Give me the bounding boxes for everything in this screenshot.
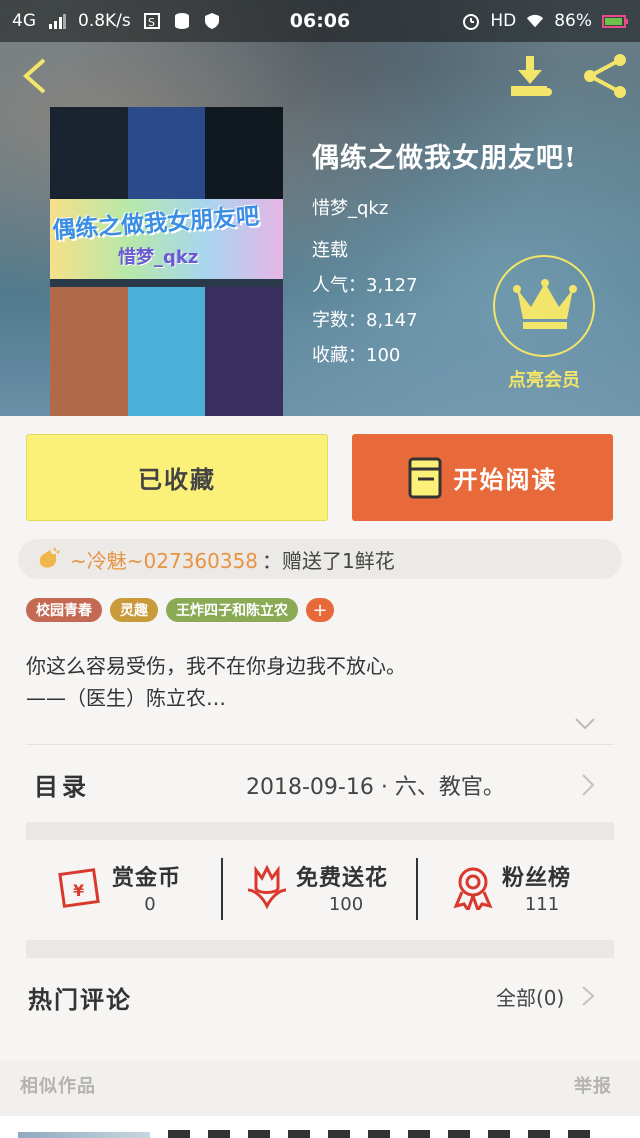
comments-chevron-right-icon[interactable] [580, 984, 596, 1008]
battery-icon [602, 15, 628, 28]
hd-indicator: HD [490, 11, 517, 31]
cover-photos-bottom [50, 287, 283, 416]
book-intro[interactable]: 你这么容易受伤，我不在你身边我不放心。 ——（医生）陈立农… [26, 650, 616, 714]
storage-icon [174, 13, 189, 29]
tag-list: 校园青春 灵趣 王炸四子和陈立农 + [26, 598, 334, 622]
svg-text:¥: ¥ [73, 881, 84, 900]
word-count: 字数：8,147 [312, 310, 418, 331]
reward-coins-value: 0 [144, 894, 156, 915]
add-tag-button[interactable]: + [306, 598, 334, 622]
all-comments-link[interactable]: 全部(0) [496, 982, 564, 1011]
vip-label[interactable]: 点亮会员 [493, 366, 595, 392]
fan-ranking-label: 粉丝榜 [502, 866, 572, 891]
network-speed: 0.8K/s [78, 11, 131, 31]
fan-ranking-value: 111 [524, 894, 560, 915]
alarm-icon [463, 14, 480, 30]
favorites-count: 收藏：100 [312, 345, 401, 366]
similar-works-label: 相似作品 [20, 1076, 96, 1097]
flower-icon [247, 864, 287, 910]
screenshot-icon: S [143, 13, 160, 29]
hot-comments-title: 热门评论 [28, 986, 132, 1014]
battery-level: 86% [554, 11, 592, 31]
intro-line-2: ——（医生）陈立农… [26, 686, 226, 710]
download-button[interactable] [508, 54, 556, 100]
collected-label: 已收藏 [138, 466, 216, 494]
catalog-chevron-right-icon[interactable] [580, 772, 596, 798]
clap-icon [39, 547, 60, 568]
book-cover[interactable]: 偶练之做我女朋友吧 惜梦_qkz [50, 107, 283, 416]
vip-badge[interactable] [493, 255, 595, 357]
back-button[interactable] [16, 56, 52, 96]
wifi-icon [527, 14, 544, 28]
start-reading-label: 开始阅读 [453, 466, 558, 494]
stat-separator [416, 858, 418, 920]
tag-lingqu[interactable]: 灵趣 [110, 598, 158, 622]
intro-line-1: 你这么容易受伤，我不在你身边我不放心。 [26, 654, 406, 678]
collected-button[interactable]: 已收藏 [26, 434, 328, 521]
section-separator [26, 822, 614, 840]
reward-coins-label: 赏金币 [112, 866, 182, 891]
latest-chapter[interactable]: 2018-09-16 · 六、教官。 [246, 769, 505, 801]
similar-work-title[interactable] [168, 1130, 608, 1138]
start-reading-button[interactable]: 开始阅读 [352, 434, 613, 521]
author-name[interactable]: 惜梦_qkz [312, 194, 388, 220]
tag-campus[interactable]: 校园青春 [26, 598, 102, 622]
divider [26, 744, 614, 745]
tag-group[interactable]: 王炸四子和陈立农 [166, 598, 298, 622]
free-flower-stat[interactable]: 免费送花 100 [244, 858, 404, 920]
free-flower-value: 100 [328, 894, 364, 915]
reward-coins-stat[interactable]: ¥ 赏金币 0 [56, 858, 206, 920]
svg-text:S: S [148, 16, 155, 29]
popularity: 人气：3,127 [312, 275, 418, 296]
network-type: 4G [12, 11, 36, 31]
medal-icon [453, 867, 493, 910]
book-icon [408, 457, 441, 498]
share-button[interactable] [580, 52, 630, 100]
similar-works-header [0, 1060, 640, 1116]
free-flower-label: 免费送花 [296, 866, 389, 891]
signal-icon [49, 14, 66, 29]
gift-notice[interactable]: ~冷魅~027360358 ：赠送了1鲜花 [18, 539, 622, 579]
red-envelope-icon: ¥ [58, 868, 100, 908]
gift-user[interactable]: ~冷魅~027360358 [70, 545, 258, 574]
serial-status: 连载 [312, 240, 348, 261]
book-title: 偶练之做我女朋友吧! [312, 143, 577, 174]
fan-ranking-stat[interactable]: 粉丝榜 111 [450, 858, 610, 920]
shield-icon [204, 13, 219, 29]
cover-author-text: 惜梦_qkz [118, 247, 199, 268]
report-button[interactable]: 举报 [574, 1072, 612, 1098]
section-separator [26, 940, 614, 958]
stat-separator [221, 858, 223, 920]
gift-message: ：赠送了1鲜花 [262, 548, 395, 573]
similar-work-thumbnail[interactable] [18, 1132, 150, 1138]
expand-intro-chevron-icon[interactable] [574, 716, 596, 732]
status-bar: 4G 0.8K/s S 06:06 HD 86% [0, 0, 640, 42]
catalog-label[interactable]: 目录 [34, 767, 90, 802]
crown-icon [513, 279, 577, 329]
